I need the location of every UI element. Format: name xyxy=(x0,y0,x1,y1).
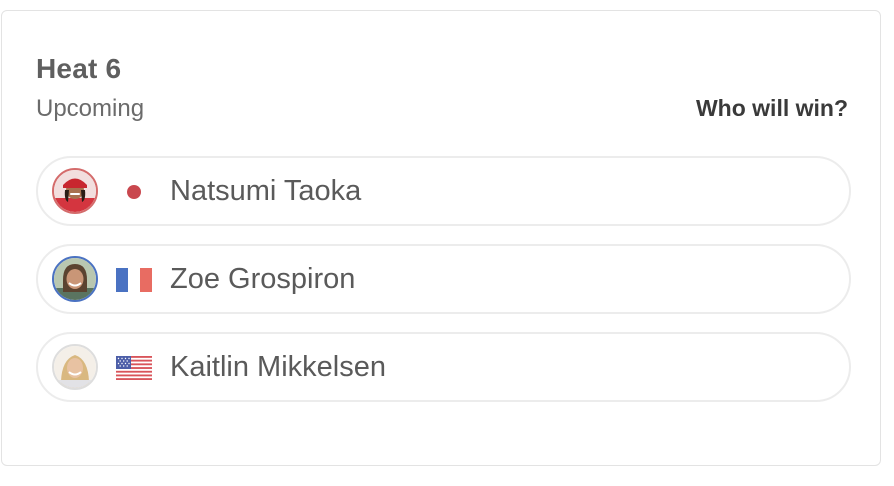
competitor-list: Natsumi Taoka Zoe Grospiron Kaitlin Mikk… xyxy=(36,156,851,420)
avatar xyxy=(52,344,98,390)
who-will-win-link[interactable]: Who will win? xyxy=(696,95,848,122)
france-flag-icon xyxy=(116,268,152,292)
competitor-name: Natsumi Taoka xyxy=(170,175,362,207)
heat-status: Upcoming xyxy=(36,95,145,122)
heat-card: Heat 6 Upcoming Who will win? Natsumi Ta… xyxy=(1,10,881,466)
competitor-row[interactable]: Natsumi Taoka xyxy=(36,156,851,226)
competitor-name: Kaitlin Mikkelsen xyxy=(170,351,386,383)
avatar xyxy=(52,168,98,214)
heat-title: Heat 6 xyxy=(36,53,122,84)
competitor-name: Zoe Grospiron xyxy=(170,263,356,295)
competitor-row[interactable]: Zoe Grospiron xyxy=(36,244,851,314)
avatar xyxy=(52,256,98,302)
competitor-row[interactable]: Kaitlin Mikkelsen xyxy=(36,332,851,402)
japan-flag-icon xyxy=(116,180,152,204)
usa-flag-icon xyxy=(116,356,152,380)
